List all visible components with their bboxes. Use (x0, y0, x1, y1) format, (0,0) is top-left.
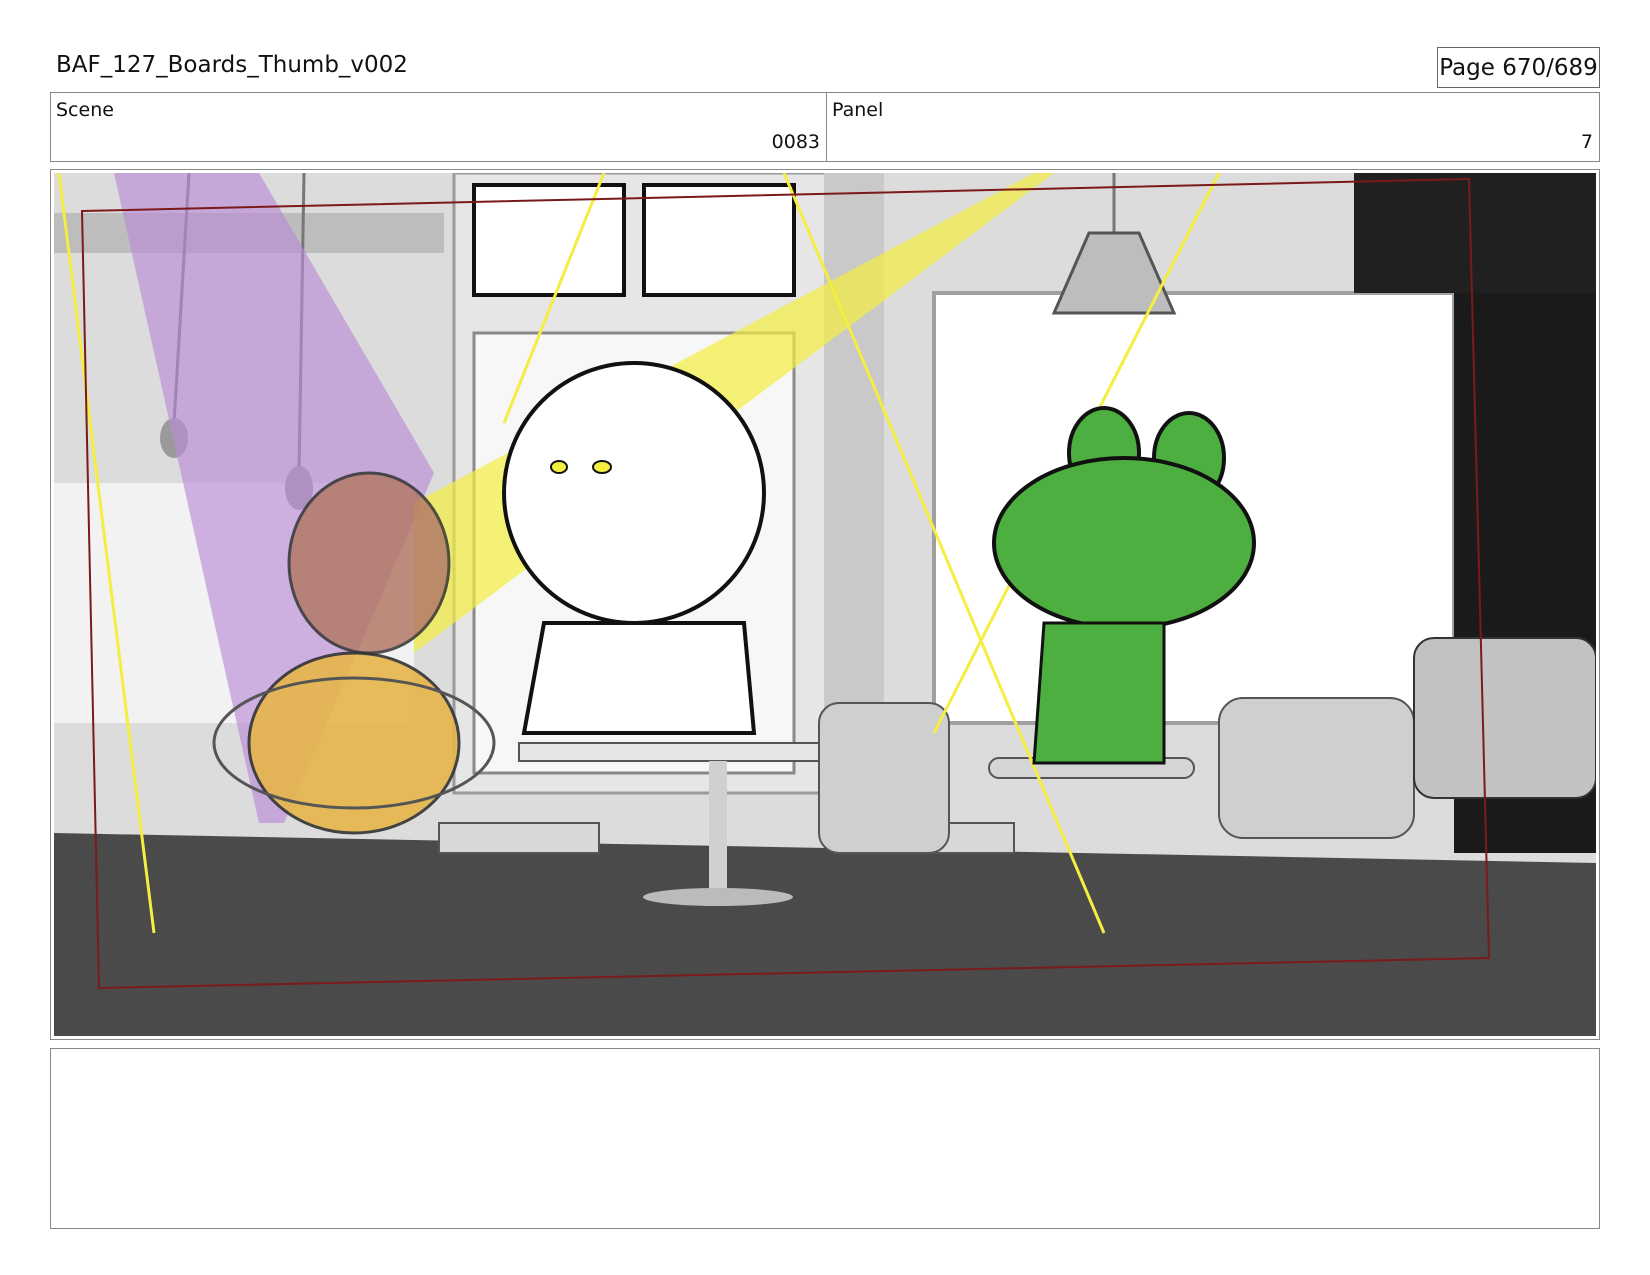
round-head-eye-right (592, 460, 612, 474)
storyboard-frame (50, 169, 1600, 1040)
page-number-box: Page 670/689 (1437, 47, 1600, 88)
document-title: BAF_127_Boards_Thumb_v002 (56, 52, 408, 78)
cafe-table-base (643, 888, 793, 906)
spinning-character-head (287, 471, 451, 655)
sofa-right (1413, 637, 1596, 799)
armchair-right (1218, 697, 1415, 839)
round-head-eye-left (550, 460, 568, 474)
page-number: Page 670/689 (1439, 54, 1598, 81)
round-head-character-body (521, 621, 757, 735)
scene-panel-header: Scene 0083 Panel 7 (50, 92, 1600, 162)
panel-number: 7 (1580, 131, 1593, 153)
panel-label: Panel (832, 99, 884, 121)
chair-left (438, 822, 600, 854)
right-dark-ceiling (1354, 173, 1596, 293)
center-window-top-right (642, 183, 796, 297)
armchair-middle (818, 702, 950, 854)
cafe-table-leg (709, 761, 727, 891)
panel-cell: Panel 7 (827, 93, 1599, 161)
spinning-character-body (247, 651, 461, 835)
notes-box (50, 1048, 1600, 1229)
frog-character-head (992, 456, 1256, 630)
scene-label: Scene (56, 99, 114, 121)
scene-cell: Scene 0083 (51, 93, 827, 161)
frog-character-body (1032, 621, 1166, 765)
floor (54, 833, 1596, 1036)
scene-number: 0083 (771, 131, 820, 153)
round-head-character-head (502, 361, 766, 625)
storyboard-drawing (54, 173, 1596, 1036)
